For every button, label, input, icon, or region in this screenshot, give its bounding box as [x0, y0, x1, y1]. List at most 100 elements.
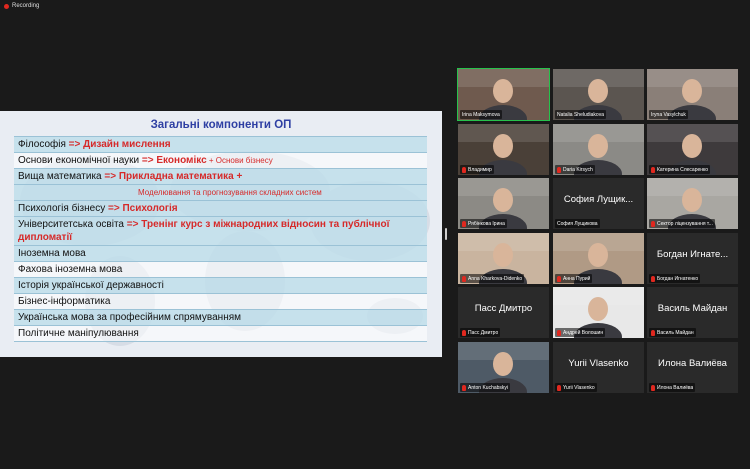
participant-name: Сектор ліцензування т...	[657, 220, 713, 227]
participant-tile[interactable]: Natalia Sheludiakova	[553, 69, 644, 120]
participant-name: Natalia Sheludiakova	[557, 111, 604, 118]
participant-name-tag: Владимир	[460, 165, 494, 174]
row-highlight: Психологія	[122, 203, 178, 214]
table-row: Вища математика => Прикладна математика …	[14, 169, 427, 185]
row-highlight: Дизайн мислення	[83, 139, 171, 150]
table-row: Основи економічної науки => Економікс + …	[14, 153, 427, 169]
recording-indicator[interactable]: Recording	[4, 3, 39, 9]
participant-tile[interactable]: Сектор ліцензування т...	[647, 178, 738, 229]
participant-name-tag: Yurii Vlasenko	[555, 383, 597, 392]
participant-name: Anna Kharkova-Didenko	[468, 275, 523, 282]
participant-name-tag: Сектор ліцензування т...	[649, 219, 715, 228]
mic-muted-icon	[651, 166, 655, 173]
mic-muted-icon	[462, 220, 466, 227]
participant-name: Андрей Волошин	[563, 329, 604, 336]
shared-screen-slide: Загальні компоненти ОП Філософія => Диза…	[0, 111, 442, 357]
split-resize-handle[interactable]	[445, 228, 447, 240]
mic-muted-icon	[557, 329, 561, 336]
participant-name-tag: Анна Пурий	[555, 274, 593, 283]
mic-muted-icon	[651, 275, 655, 282]
participant-name: София Лущикова	[557, 220, 598, 227]
participant-name-tag: Anton Kuchabskyi	[460, 383, 511, 392]
table-row: Українська мова за професійним спрямуван…	[14, 310, 427, 326]
participant-name: Irina Maksymova	[462, 111, 500, 118]
row-arrow: =>	[65, 139, 84, 150]
mic-muted-icon	[557, 166, 561, 173]
mic-muted-icon	[557, 384, 561, 391]
mic-muted-icon	[462, 275, 466, 282]
participant-tile[interactable]: Андрей Волошин	[553, 287, 644, 338]
mic-muted-icon	[462, 166, 466, 173]
participant-name: Анна Пурий	[563, 275, 591, 282]
participant-name: Iryna Vasylchuk	[651, 111, 686, 118]
participant-name: Yurii Vlasenko	[563, 384, 595, 391]
row-main: Філософія	[18, 139, 66, 150]
participant-tile[interactable]: Daria Kirsych	[553, 124, 644, 175]
row-main: Історія української державності	[18, 280, 164, 291]
participant-tile[interactable]: Anton Kuchabskyi	[458, 342, 549, 393]
participant-tile[interactable]: Богдан Игнате... Богдан Игнатенко	[647, 233, 738, 284]
participant-display-name: Yurii Vlasenko	[568, 358, 629, 369]
participant-tile[interactable]: Yurii Vlasenko Yurii Vlasenko	[553, 342, 644, 393]
row-main: Бізнес-інформатика	[18, 296, 111, 307]
participant-name-tag: Рябінкова Ірина	[460, 219, 507, 228]
table-row: Політичне маніпулювання	[14, 326, 427, 342]
participant-tile[interactable]: Владимир	[458, 124, 549, 175]
row-arrow: =>	[105, 203, 123, 214]
participant-name: Daria Kirsych	[563, 166, 593, 173]
participant-tile[interactable]: Iryna Vasylchuk	[647, 69, 738, 120]
mic-muted-icon	[651, 329, 655, 336]
record-icon	[4, 3, 9, 9]
participant-name-tag: Anna Kharkova-Didenko	[460, 274, 525, 283]
participant-tile[interactable]: Anna Kharkova-Didenko	[458, 233, 549, 284]
participant-tile[interactable]: Василь Майдан Василь Майдан	[647, 287, 738, 338]
participant-name: Катерина Слесаренко	[657, 166, 709, 173]
participant-tile[interactable]: Катерина Слесаренко	[647, 124, 738, 175]
table-row: Філософія => Дизайн мислення	[14, 137, 427, 153]
participant-name-tag: Василь Майдан	[649, 328, 696, 337]
participant-name: Илона Валиёва	[657, 384, 694, 391]
participant-display-name: Илона Валиёва	[658, 358, 727, 369]
row-main: Фахова іноземна мова	[18, 264, 123, 275]
row-note: + Основи бізнесу	[206, 156, 273, 165]
table-row: Історія української державності	[14, 278, 427, 294]
participant-name-tag: Илона Валиёва	[649, 383, 696, 392]
table-row: Бізнес-інформатика	[14, 294, 427, 310]
row-arrow: =>	[124, 219, 142, 230]
recording-label: Recording	[12, 3, 40, 9]
mic-muted-icon	[462, 329, 466, 336]
participant-name-tag: Пасс Дмитро	[460, 328, 501, 337]
row-main: Університетська освіта	[18, 219, 124, 230]
participant-tile[interactable]: Irina Maksymova	[457, 68, 550, 121]
participant-tile[interactable]: Пасс Дмитро Пасс Дмитро	[458, 287, 549, 338]
mic-muted-icon	[462, 384, 466, 391]
row-note: Моделювання та прогнозування складних си…	[138, 188, 322, 197]
table-row: Фахова іноземна мова	[14, 262, 427, 278]
participant-display-name: София Лущик...	[563, 194, 634, 205]
participant-name-tag: Богдан Игнатенко	[649, 274, 701, 283]
table-row: Психологія бізнесу => Психологія	[14, 201, 427, 217]
row-main: Іноземна мова	[18, 248, 86, 259]
participant-name: Пасс Дмитро	[468, 329, 499, 336]
participant-name: Василь Майдан	[657, 329, 694, 336]
row-main: Вища математика	[18, 171, 102, 182]
mic-muted-icon	[651, 220, 655, 227]
participant-tile[interactable]: София Лущик... София Лущикова	[553, 178, 644, 229]
row-main: Українська мова за професійним спрямуван…	[18, 312, 242, 323]
participant-name-tag: София Лущикова	[555, 219, 600, 228]
table-row: Університетська освіта => Тренінг курс з…	[14, 217, 427, 246]
participant-tile[interactable]: Рябінкова Ірина	[458, 178, 549, 229]
participant-tile[interactable]: Илона Валиёва Илона Валиёва	[647, 342, 738, 393]
participant-display-name: Богдан Игнате...	[656, 249, 729, 260]
row-main: Політичне маніпулювання	[18, 328, 139, 339]
row-highlight: Економікс	[156, 155, 207, 166]
participant-tile[interactable]: Анна Пурий	[553, 233, 644, 284]
row-arrow: =>	[139, 155, 157, 166]
participant-display-name: Василь Майдан	[657, 303, 728, 314]
participant-name-tag: Irina Maksymova	[460, 110, 502, 119]
participant-name: Богдан Игнатенко	[657, 275, 699, 282]
participant-name-tag: Андрей Волошин	[555, 328, 606, 337]
table-row: Моделювання та прогнозування складних си…	[14, 185, 427, 201]
mic-muted-icon	[651, 384, 655, 391]
participant-display-name: Пасс Дмитро	[474, 303, 533, 314]
